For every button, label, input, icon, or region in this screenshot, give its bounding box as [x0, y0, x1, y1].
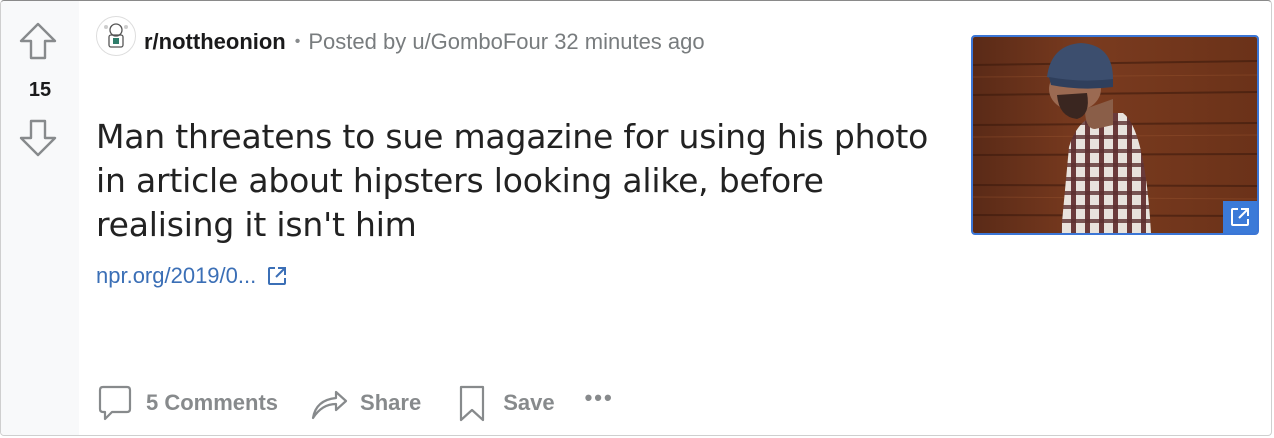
- thumbnail-link-badge[interactable]: [1223, 201, 1257, 233]
- post-actions: 5 Comments Share Save •••: [96, 379, 614, 427]
- external-link-icon: [1231, 208, 1249, 226]
- save-label: Save: [503, 390, 555, 415]
- meta-separator: •: [294, 33, 301, 50]
- post-card[interactable]: 15 r/nottheonion • Posted by u/GomboFour…: [0, 0, 1272, 436]
- external-link-icon[interactable]: [266, 265, 288, 287]
- vote-column: 15: [1, 1, 79, 435]
- share-button[interactable]: Share: [310, 384, 421, 422]
- vote-score: 15: [28, 79, 52, 101]
- comment-icon: [98, 385, 132, 421]
- post-meta: r/nottheonion • Posted by u/GomboFour 32…: [96, 16, 705, 65]
- more-options-button[interactable]: •••: [585, 385, 614, 411]
- arrow-down-icon: [19, 119, 57, 157]
- post-title[interactable]: Man threatens to sue magazine for using …: [96, 115, 956, 247]
- thumbnail-image: [973, 37, 1257, 233]
- arrow-up-icon: [19, 22, 57, 60]
- post-time[interactable]: 32 minutes ago: [554, 29, 704, 54]
- external-link[interactable]: npr.org/2019/0...: [96, 263, 256, 289]
- post-link-row[interactable]: npr.org/2019/0...: [96, 263, 288, 289]
- bookmark-icon: [460, 385, 485, 422]
- posted-by-text: Posted by u/GomboFour 32 minutes ago: [308, 29, 704, 55]
- subreddit-icon: [99, 19, 133, 53]
- post-thumbnail[interactable]: [971, 35, 1259, 235]
- subreddit-avatar[interactable]: [96, 16, 136, 56]
- downvote-button[interactable]: [18, 118, 58, 158]
- upvote-button[interactable]: [18, 21, 58, 61]
- share-label: Share: [360, 390, 422, 415]
- save-button[interactable]: Save: [453, 384, 555, 422]
- subreddit-link[interactable]: r/nottheonion: [144, 29, 286, 55]
- posted-prefix: Posted by: [308, 29, 407, 54]
- author-link[interactable]: u/GomboFour: [412, 29, 548, 54]
- share-icon: [311, 390, 348, 420]
- comments-label: 5 Comments: [146, 390, 279, 415]
- comments-button[interactable]: 5 Comments: [96, 384, 278, 422]
